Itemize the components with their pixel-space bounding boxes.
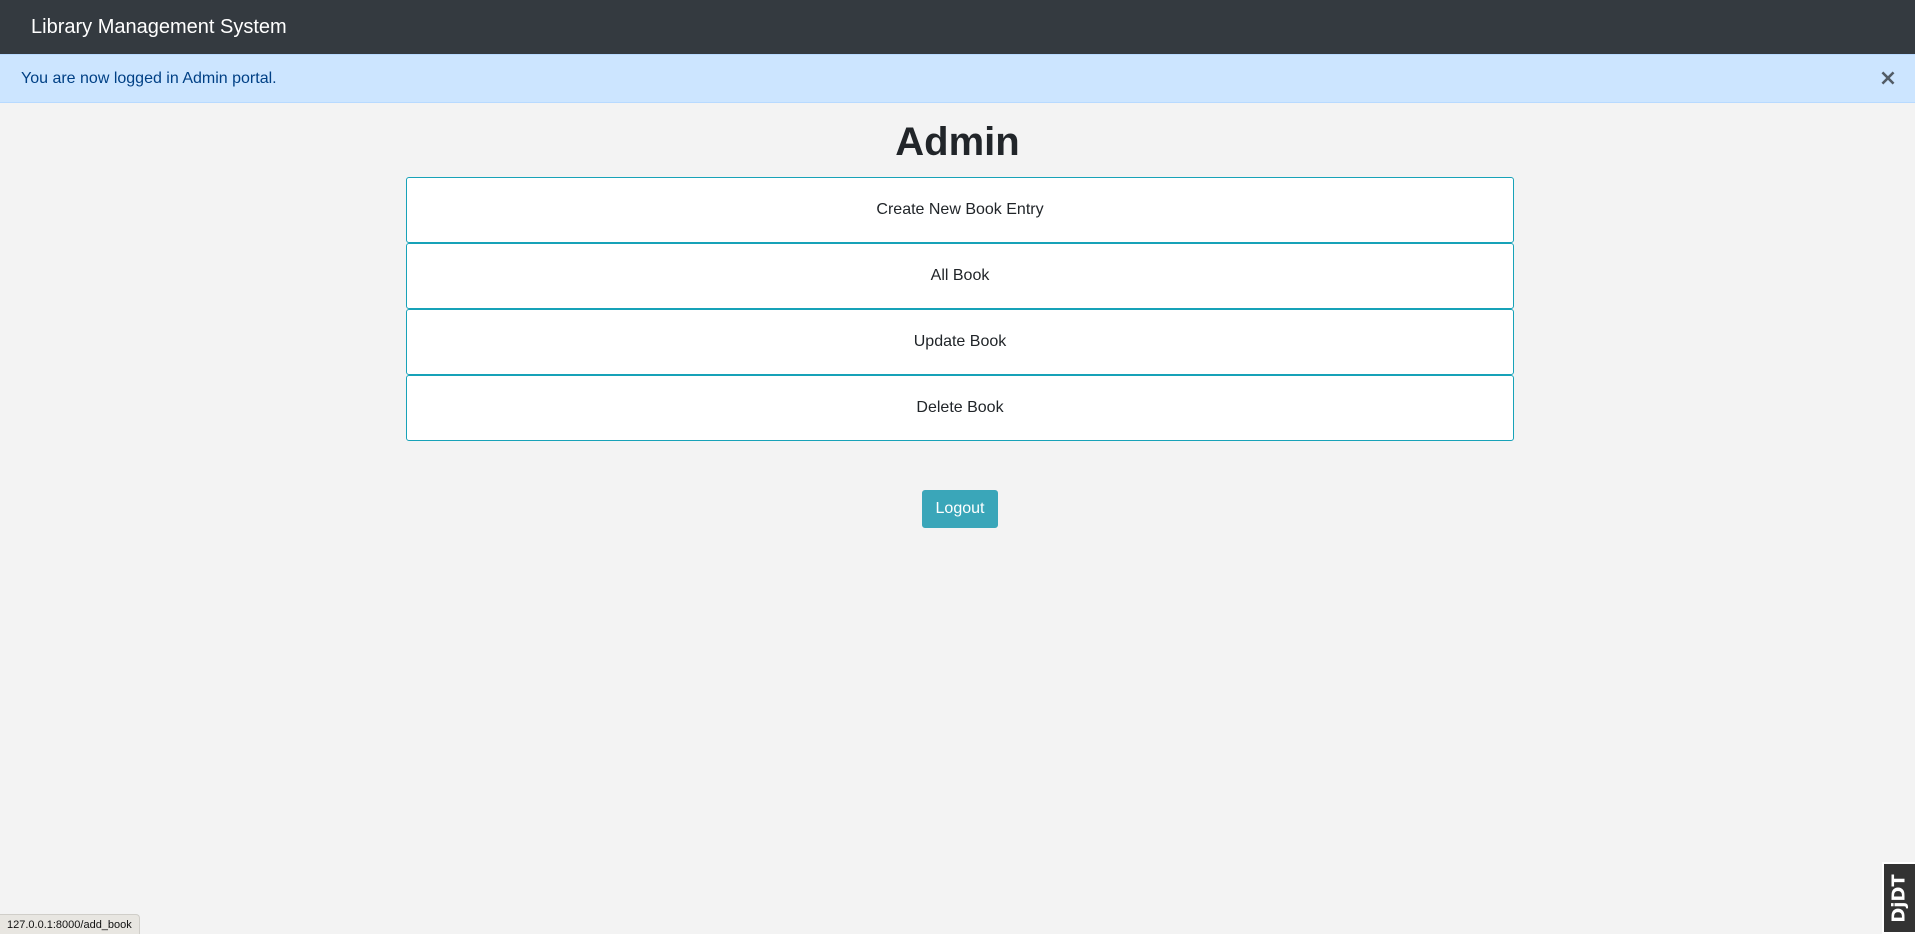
navbar-brand[interactable]: Library Management System: [31, 16, 287, 39]
alert-close-button[interactable]: ×: [1875, 66, 1901, 92]
alert-message: You are now logged in Admin portal.: [21, 69, 277, 87]
update-book-button[interactable]: Update Book: [406, 309, 1514, 375]
top-navbar: Library Management System: [0, 0, 1915, 54]
debug-toolbar-label: DjDT: [1889, 873, 1910, 923]
login-alert: You are now logged in Admin portal. ×: [0, 54, 1915, 103]
status-bar-url: 127.0.0.1:8000/add_book: [0, 914, 140, 934]
debug-toolbar-handle[interactable]: DjDT: [1882, 862, 1915, 934]
logout-button[interactable]: Logout: [922, 490, 998, 528]
all-book-button[interactable]: All Book: [406, 243, 1514, 309]
admin-menu: Create New Book Entry All Book Update Bo…: [406, 177, 1514, 441]
delete-book-button[interactable]: Delete Book: [406, 375, 1514, 441]
create-book-entry-button[interactable]: Create New Book Entry: [406, 177, 1514, 243]
page-title: Admin: [895, 120, 1020, 164]
